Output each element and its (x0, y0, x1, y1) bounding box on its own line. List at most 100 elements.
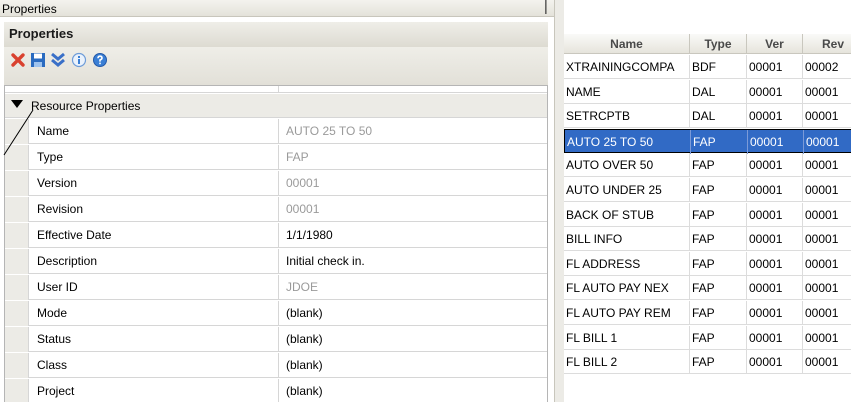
cell-name: FL AUTO PAY REM (564, 301, 690, 325)
property-grid: Resource Properties Name AUTO 25 TO 50 Typ… (4, 85, 548, 402)
property-row[interactable]: Project (blank) (5, 379, 547, 402)
list-row[interactable]: BILL INFO FAP 00001 00001 (564, 227, 851, 251)
property-value[interactable]: Initial check in. (286, 254, 365, 268)
list-row[interactable]: FL BILL 2 FAP 00001 00001 (564, 350, 851, 374)
list-row[interactable]: FL AUTO PAY NEX FAP 00001 00001 (564, 276, 851, 300)
cell-type: FAP (690, 326, 747, 350)
list-row[interactable]: BACK OF STUB FAP 00001 00001 (564, 203, 851, 227)
cell-name: FL ADDRESS (564, 252, 690, 276)
list-row-selected[interactable]: AUTO 25 TO 50 FAP 00001 00001 (564, 129, 851, 154)
expand-arrow-icon[interactable] (11, 100, 23, 108)
property-name: Version (37, 176, 78, 190)
row-gutter (5, 119, 29, 144)
cell-type: DAL (690, 80, 747, 104)
property-row[interactable]: Description Initial check in. (5, 249, 547, 274)
collapse-all-icon[interactable] (49, 51, 67, 69)
column-header-ver[interactable]: Ver (747, 34, 803, 54)
cell-name: FL AUTO PAY NEX (564, 276, 690, 300)
cell-ver: 00001 (747, 55, 803, 79)
property-name: Revision (37, 202, 84, 216)
cell-rev: 00001 (803, 276, 851, 300)
list-row[interactable]: SETRCPTB DAL 00001 00001 (564, 104, 851, 128)
cell-rev: 00001 (803, 80, 851, 104)
help-icon[interactable] (91, 51, 109, 69)
property-row[interactable]: User ID JDOE (5, 275, 547, 300)
property-row[interactable]: Name AUTO 25 TO 50 (5, 119, 547, 144)
category-label: Resource Properties (31, 99, 141, 113)
property-value[interactable]: (blank) (286, 358, 323, 372)
row-gutter (5, 379, 29, 402)
column-header-type[interactable]: Type (690, 34, 747, 54)
column-divider (278, 145, 279, 170)
row-gutter (5, 171, 29, 196)
column-divider (278, 197, 279, 222)
properties-panel: Properties ▕ Properties Resource Propert… (0, 0, 554, 402)
cell-ver: 00001 (748, 130, 804, 154)
cell-name: NAME (564, 80, 690, 104)
cell-name: BILL INFO (564, 227, 690, 251)
property-row[interactable]: Effective Date 1/1/1980 (5, 223, 547, 248)
property-name: Status (37, 332, 72, 346)
row-gutter (5, 223, 29, 248)
property-value[interactable]: 1/1/1980 (286, 228, 333, 242)
cell-rev: 00001 (803, 203, 851, 227)
row-gutter (5, 275, 29, 300)
cell-ver: 00001 (747, 104, 803, 128)
cell-rev: 00002 (803, 55, 851, 79)
cell-ver: 00001 (747, 153, 803, 177)
save-icon[interactable] (29, 51, 47, 69)
property-value: 00001 (286, 176, 320, 190)
window-title: Properties (2, 2, 57, 16)
property-row[interactable]: Version 00001 (5, 171, 547, 196)
cell-rev: 00001 (803, 350, 851, 374)
row-gutter (5, 327, 29, 352)
column-header-rev[interactable]: Rev (803, 34, 851, 54)
list-row[interactable]: AUTO OVER 50 FAP 00001 00001 (564, 153, 851, 177)
category-resource-properties[interactable]: Resource Properties (5, 94, 547, 118)
cell-type: FAP (691, 130, 748, 154)
property-row[interactable]: Status (blank) (5, 327, 547, 352)
property-value: FAP (286, 150, 309, 164)
cell-name: FL BILL 2 (564, 350, 690, 374)
list-row[interactable]: AUTO UNDER 25 FAP 00001 00001 (564, 178, 851, 202)
property-value[interactable]: (blank) (286, 384, 323, 398)
cell-type: FAP (690, 252, 747, 276)
list-row[interactable]: XTRAININGCOMPA BDF 00001 00002 (564, 55, 851, 79)
cell-rev: 00001 (803, 178, 851, 202)
info-icon[interactable] (70, 51, 88, 69)
cell-name: FL BILL 1 (564, 326, 690, 350)
property-row[interactable]: Class (blank) (5, 353, 547, 378)
window-title-bar: Properties ▕ (0, 0, 554, 17)
property-row[interactable]: Mode (blank) (5, 301, 547, 326)
list-row[interactable]: FL AUTO PAY REM FAP 00001 00001 (564, 301, 851, 325)
delete-icon[interactable] (9, 51, 27, 69)
resource-list-panel: Name Type Ver Rev XTRAININGCOMPA BDF 00001… (564, 0, 851, 402)
cell-type: BDF (690, 55, 747, 79)
list-row[interactable]: FL ADDRESS FAP 00001 00001 (564, 252, 851, 276)
row-gutter (5, 249, 29, 274)
property-value[interactable]: (blank) (286, 332, 323, 346)
list-row[interactable]: FL BILL 1 FAP 00001 00001 (564, 326, 851, 350)
column-divider (278, 327, 279, 352)
property-name: Project (37, 384, 75, 398)
cell-name: SETRCPTB (564, 104, 690, 128)
column-divider (278, 301, 279, 326)
property-value[interactable]: (blank) (286, 306, 323, 320)
cell-type: FAP (690, 350, 747, 374)
panel-splitter[interactable] (554, 0, 564, 402)
cell-name: AUTO UNDER 25 (564, 178, 690, 202)
column-header-name[interactable]: Name (564, 34, 690, 54)
row-gutter (5, 353, 29, 378)
property-name: Class (37, 358, 68, 372)
list-row[interactable]: NAME DAL 00001 00001 (564, 80, 851, 104)
pin-icon[interactable]: ▕ (537, 0, 546, 14)
list-top-area (564, 0, 851, 34)
cell-ver: 00001 (747, 203, 803, 227)
cell-type: DAL (690, 104, 747, 128)
cell-type: FAP (690, 276, 747, 300)
property-row[interactable]: Revision 00001 (5, 197, 547, 222)
column-divider (278, 249, 279, 274)
property-name: Description (37, 254, 98, 268)
column-divider (278, 275, 279, 300)
property-row[interactable]: Type FAP (5, 145, 547, 170)
